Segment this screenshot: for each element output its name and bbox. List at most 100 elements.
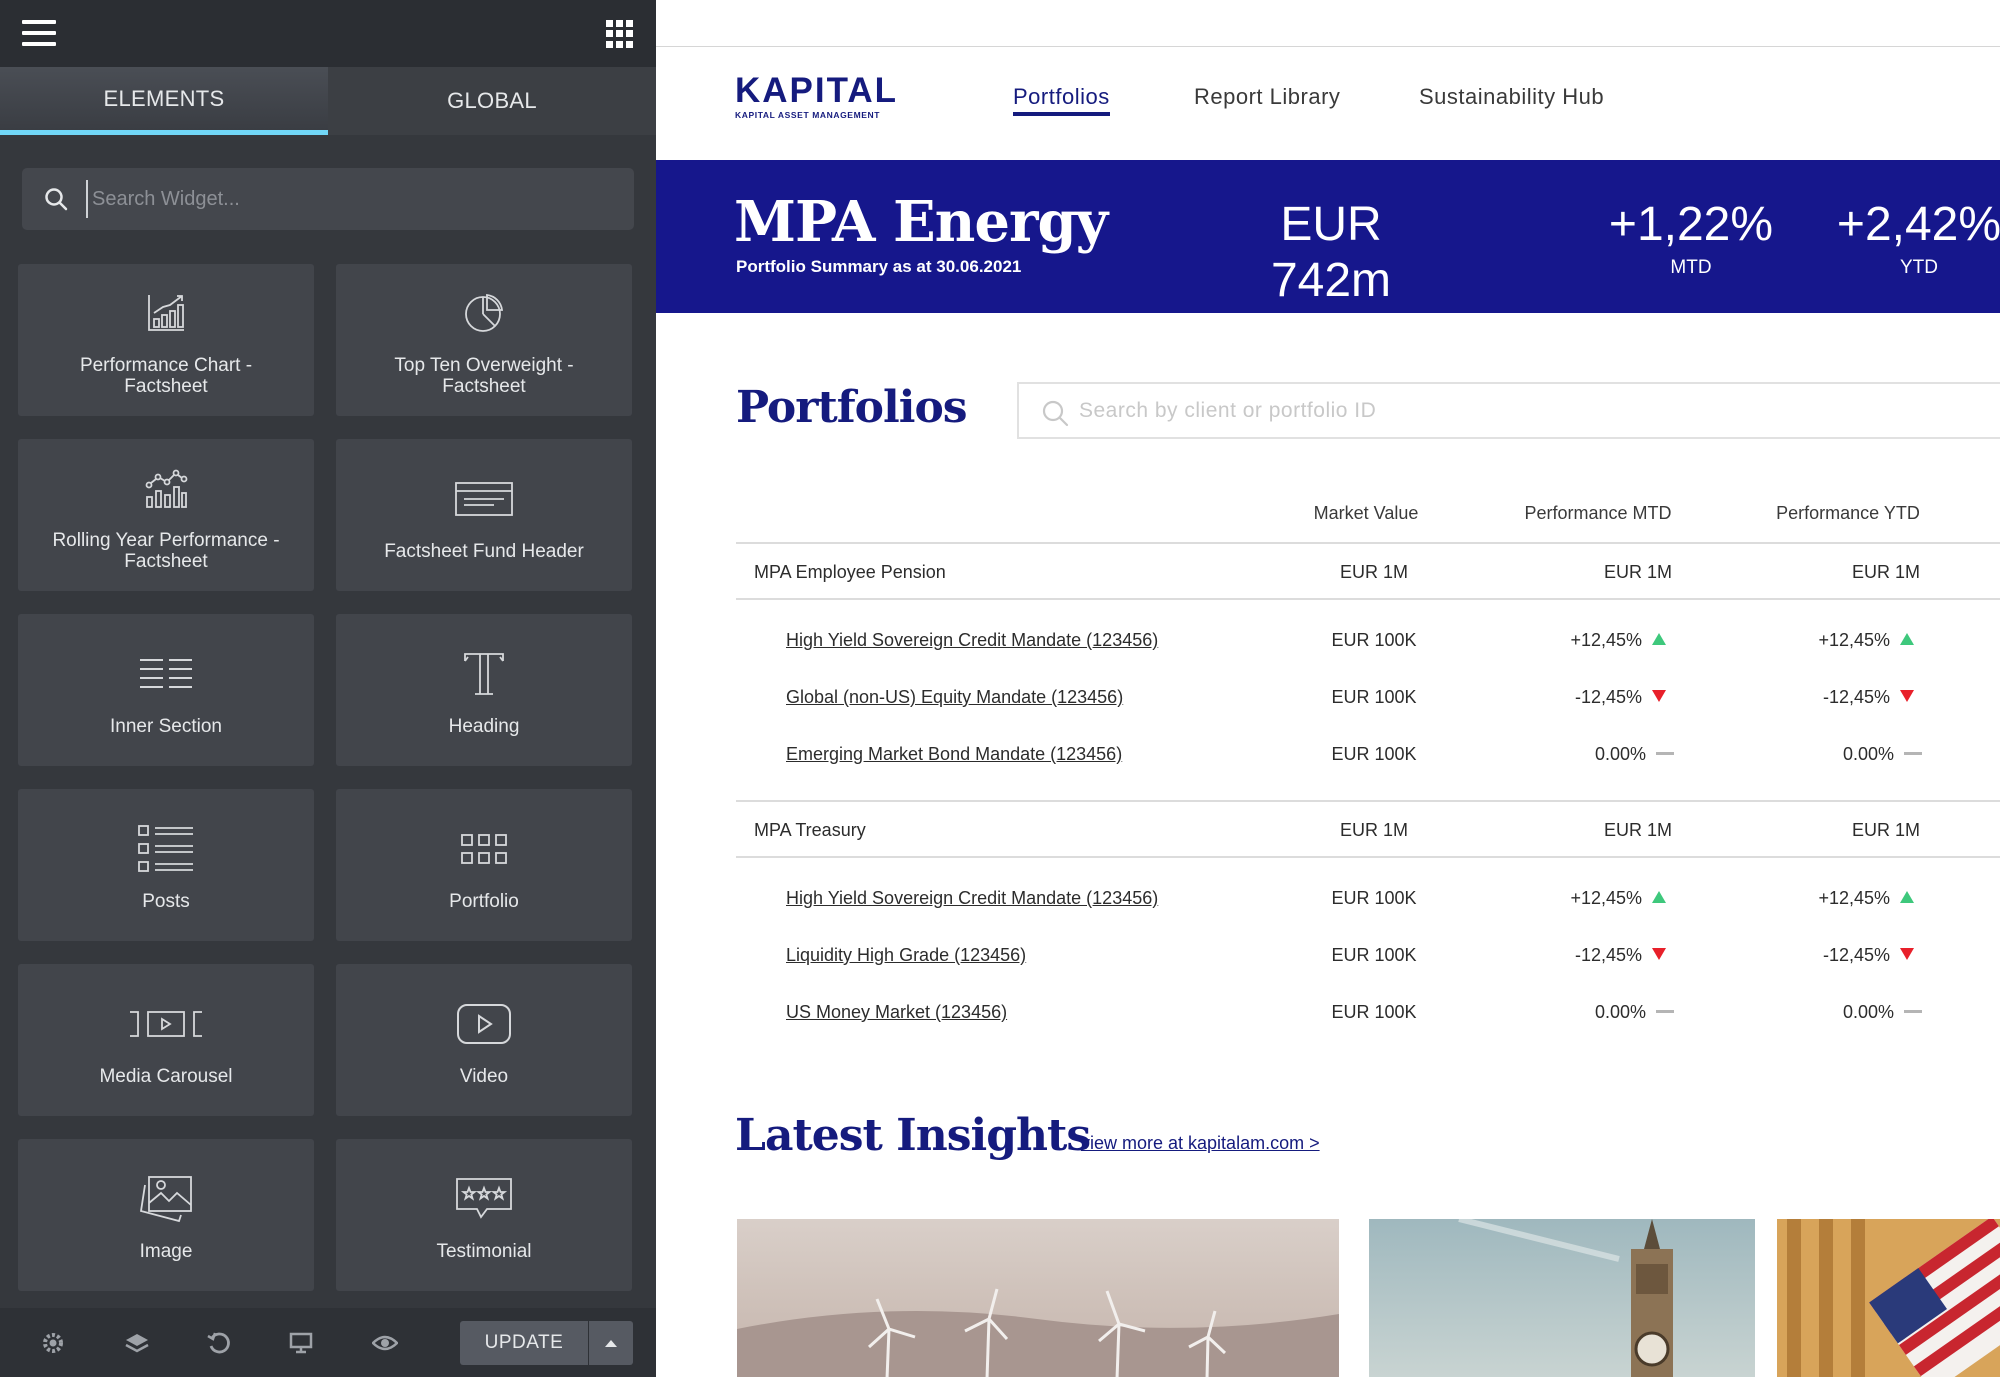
mandate-market-value: EUR 100K (1331, 744, 1417, 764)
trend-down-icon (1900, 690, 1914, 702)
responsive-icon[interactable] (288, 1330, 314, 1356)
history-icon[interactable] (206, 1330, 232, 1356)
perf-value: -12,45% (1822, 945, 1890, 965)
trend-up-icon (1900, 891, 1914, 903)
widget-rolling-year-performance[interactable]: Rolling Year Performance - Factsheet (18, 439, 314, 591)
widget-label: Posts (142, 890, 190, 912)
widget-factsheet-fund-header[interactable]: Factsheet Fund Header (336, 439, 632, 591)
mandate-mtd: 0.00% (1474, 744, 1674, 765)
mandate-link[interactable]: Liquidity High Grade (123456) (786, 945, 1026, 966)
view-more-link[interactable]: view more at kapitalam.com > (1081, 1133, 1320, 1154)
insight-image-wind-turbines[interactable] (737, 1219, 1339, 1377)
layers-icon[interactable] (124, 1330, 150, 1356)
mandate-link[interactable]: Emerging Market Bond Mandate (123456) (786, 744, 1122, 765)
widget-portfolio[interactable]: Portfolio (336, 789, 632, 941)
portfolio-grid-icon (460, 819, 508, 879)
perf-value: +12,45% (1570, 888, 1642, 908)
perf-value: -12,45% (1574, 687, 1642, 707)
widget-video[interactable]: Video (336, 964, 632, 1116)
stat-value: +2,42% (1836, 198, 2000, 251)
mandate-ytd: +12,45% (1714, 888, 1914, 909)
widget-label: Portfolio (449, 890, 519, 912)
widget-label: Rolling Year Performance - Factsheet (52, 530, 280, 572)
site-logo[interactable]: KAPITAL KAPITAL ASSET MANAGEMENT (735, 71, 899, 121)
mandate-mtd: -12,45% (1466, 687, 1666, 708)
perf-value: +12,45% (1818, 888, 1890, 908)
logo-name: KAPITAL (735, 71, 899, 110)
widget-label: Inner Section (110, 715, 222, 737)
line-bar-chart-icon (144, 458, 188, 518)
fund-banner: MPA Energy Portfolio Summary as at 30.06… (656, 160, 2000, 334)
widget-label: Image (139, 1240, 193, 1262)
fund-subtitle: Portfolio Summary as at 30.06.2021 (736, 257, 1022, 276)
menu-icon[interactable] (22, 20, 56, 46)
portfolio-search-input[interactable] (1079, 396, 1779, 426)
perf-value: 0.00% (1842, 1002, 1894, 1022)
widget-top-ten-overweight[interactable]: Top Ten Overweight - Factsheet (336, 264, 632, 416)
mandate-link[interactable]: High Yield Sovereign Credit Mandate (123… (786, 630, 1158, 651)
tab-global[interactable]: GLOBAL (328, 67, 656, 135)
mandate-link[interactable]: Global (non-US) Equity Mandate (123456) (786, 687, 1123, 708)
widget-heading[interactable]: Heading (336, 614, 632, 766)
mandate-market-value: EUR 100K (1331, 630, 1417, 650)
trend-down-icon (1900, 948, 1914, 960)
trend-up-icon (1900, 633, 1914, 645)
insight-image-flag-building[interactable] (1777, 1219, 2000, 1377)
widget-label: Media Carousel (99, 1065, 233, 1087)
fund-title: MPA Energy (734, 189, 1108, 255)
mandate-market-value: EUR 100K (1331, 888, 1417, 908)
image-icon (139, 1169, 193, 1229)
widget-posts[interactable]: Posts (18, 789, 314, 941)
mandate-link[interactable]: High Yield Sovereign Credit Mandate (123… (786, 888, 1158, 909)
perf-value: 0.00% (1594, 1002, 1646, 1022)
widget-media-carousel[interactable]: Media Carousel (18, 964, 314, 1116)
search-icon (45, 188, 68, 211)
nav-report-library[interactable]: Report Library (1194, 84, 1340, 110)
divider (656, 46, 2000, 47)
widget-performance-chart[interactable]: Performance Chart - Factsheet (18, 264, 314, 416)
group-market-value: EUR 1M (1339, 820, 1408, 840)
portfolio-group-row[interactable]: MPA Treasury EUR 1M EUR 1M EUR 1M (736, 800, 2000, 858)
group-ytd: EUR 1M (1851, 820, 1920, 840)
header-icon (454, 469, 514, 529)
update-options-button[interactable] (589, 1321, 633, 1365)
testimonial-icon (455, 1169, 513, 1229)
trend-flat-icon (1904, 752, 1922, 755)
stat-label: MTD (1670, 257, 1712, 278)
apps-grid-icon[interactable] (606, 20, 634, 48)
widget-testimonial[interactable]: Testimonial (336, 1139, 632, 1291)
columns-icon (138, 644, 194, 704)
trend-up-icon (1652, 891, 1666, 903)
site-preview: KAPITAL KAPITAL ASSET MANAGEMENT Portfol… (656, 0, 2000, 1377)
mandate-link[interactable]: US Money Market (123456) (786, 1002, 1007, 1023)
widget-grid: Performance Chart - Factsheet Top Ten Ov… (18, 264, 636, 1291)
perf-value: +12,45% (1570, 630, 1642, 650)
widget-image[interactable]: Image (18, 1139, 314, 1291)
stat-value: EUR 742m (1270, 198, 1392, 307)
mandate-mtd: 0.00% (1474, 1002, 1674, 1023)
settings-icon[interactable] (40, 1330, 66, 1356)
group-market-value: EUR 1M (1339, 562, 1408, 582)
insight-image-big-ben[interactable] (1369, 1219, 1755, 1377)
widget-inner-section[interactable]: Inner Section (18, 614, 314, 766)
widget-search (22, 168, 634, 230)
bar-chart-icon (146, 283, 186, 343)
trend-down-icon (1652, 948, 1666, 960)
mandate-ytd: 0.00% (1722, 744, 1922, 765)
widget-label: Performance Chart - Factsheet (79, 355, 253, 397)
tab-elements[interactable]: ELEMENTS (0, 67, 328, 135)
search-widget-input[interactable] (86, 180, 606, 218)
trend-flat-icon (1904, 1010, 1922, 1013)
video-icon (456, 994, 512, 1054)
nav-sustainability-hub[interactable]: Sustainability Hub (1419, 84, 1604, 110)
mandate-mtd: +12,45% (1466, 888, 1666, 909)
portfolio-group-row[interactable]: MPA Employee Pension EUR 1M EUR 1M EUR 1… (736, 542, 2000, 600)
trend-up-icon (1652, 633, 1666, 645)
carousel-icon (128, 994, 204, 1054)
search-icon (1042, 400, 1069, 427)
logo-tagline: KAPITAL ASSET MANAGEMENT (735, 110, 881, 120)
preview-icon[interactable] (372, 1330, 398, 1356)
update-button[interactable]: UPDATE (460, 1321, 588, 1365)
group-name: MPA Employee Pension (754, 562, 946, 582)
nav-portfolios[interactable]: Portfolios (1013, 84, 1110, 116)
